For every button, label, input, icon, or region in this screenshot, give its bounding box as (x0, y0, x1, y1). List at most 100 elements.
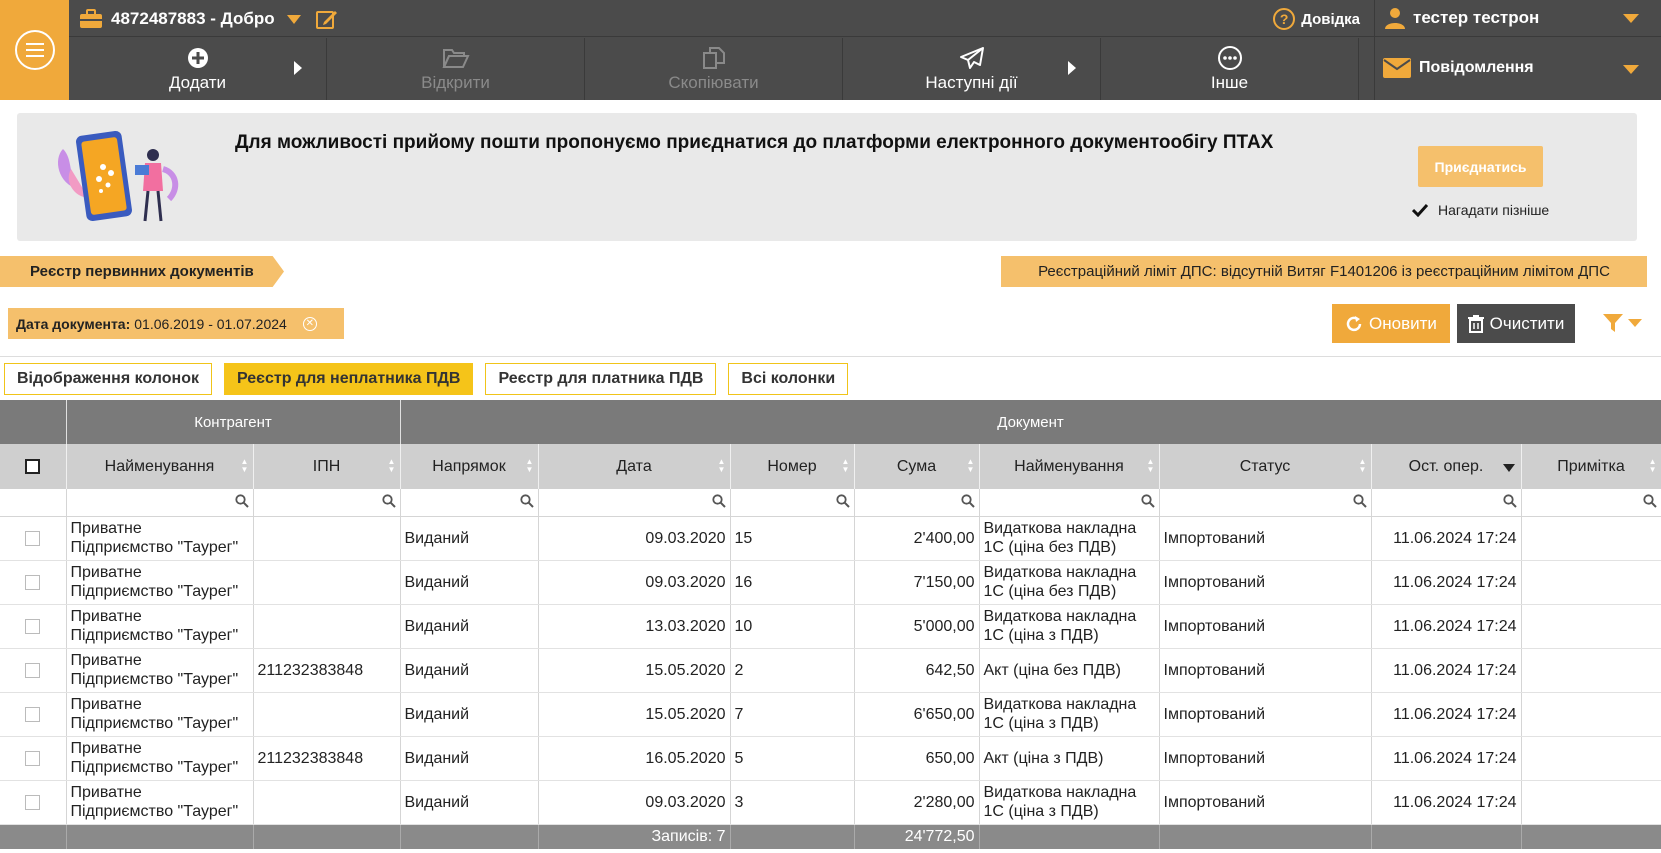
table-row[interactable]: Приватне Підприємство "Таурег" 2112323838… (0, 736, 1661, 781)
cell-direction: Виданий (400, 604, 539, 649)
column-filter-input[interactable] (1521, 489, 1661, 517)
col-ipn[interactable]: ІПН ▲ ▼ (253, 444, 401, 489)
column-filter-input[interactable] (854, 489, 980, 517)
column-filter-input[interactable] (66, 489, 254, 517)
search-row (0, 489, 1661, 517)
refresh-button[interactable]: Оновити (1332, 304, 1450, 343)
next-actions-button[interactable]: Наступні дії (843, 38, 1101, 100)
col-number[interactable]: Номер ▲ ▼ (730, 444, 855, 489)
col-note[interactable]: Примітка ▲ ▼ (1521, 444, 1661, 489)
cell-direction: Виданий (400, 692, 539, 737)
col-direction[interactable]: Напрямок ▲ ▼ (400, 444, 539, 489)
close-icon[interactable]: ✕ (302, 316, 317, 331)
copy-button[interactable]: Скопіювати (585, 38, 843, 100)
cell-counterparty-name: Приватне Підприємство "Таурег" (66, 736, 254, 781)
search-icon (381, 494, 396, 508)
cell-direction: Виданий (400, 736, 539, 781)
table-footer: Записів: 7 24'772,50 (0, 824, 1661, 849)
column-filter-input[interactable] (1159, 489, 1372, 517)
caret-right-icon[interactable] (1068, 61, 1076, 75)
row-checkbox[interactable] (0, 692, 67, 737)
company-selector[interactable]: 4872487883 - Добро (79, 8, 339, 30)
date-filter-chip[interactable]: Дата документа: 01.06.2019 - 01.07.2024 … (8, 308, 344, 339)
menu-logo-button[interactable] (0, 0, 69, 100)
copy-label: Скопіювати (668, 73, 759, 92)
cell-sum: 642,50 (854, 648, 980, 693)
remind-label: Нагадати пізніше (1438, 202, 1550, 218)
cell-direction: Виданий (400, 780, 539, 825)
cell-last-operation: 11.06.2024 17:24 (1371, 560, 1522, 605)
add-button[interactable]: Додати (69, 38, 327, 100)
row-checkbox[interactable] (0, 604, 67, 649)
column-filter-input[interactable] (730, 489, 855, 517)
join-button[interactable]: Приєднатись (1418, 146, 1543, 187)
row-checkbox[interactable] (0, 780, 67, 825)
all-columns-button[interactable]: Всі колонки (728, 363, 849, 395)
cell-counterparty-name: Приватне Підприємство "Таурег" (66, 648, 254, 693)
table-row[interactable]: Приватне Підприємство "Таурег" Виданий 13.… (0, 604, 1661, 649)
help-link[interactable]: ? Довідка (1273, 8, 1360, 30)
select-all-checkbox[interactable] (0, 444, 67, 489)
column-display-button[interactable]: Відображення колонок (4, 363, 212, 395)
cell-status: Імпортований (1159, 516, 1372, 561)
search-icon (519, 494, 534, 508)
non-vat-payer-view-button[interactable]: Реєстр для неплатника ПДВ (223, 363, 474, 395)
col-last-operation[interactable]: Ост. опер. (1371, 444, 1522, 489)
col-document-name[interactable]: Найменування ▲ ▼ (979, 444, 1160, 489)
col-status[interactable]: Статус ▲ ▼ (1159, 444, 1372, 489)
row-checkbox[interactable] (0, 648, 67, 693)
sort-icon: ▲ ▼ (841, 457, 850, 474)
cell-last-operation: 11.06.2024 17:24 (1371, 780, 1522, 825)
clear-button[interactable]: Очистити (1457, 304, 1575, 343)
chevron-down-icon[interactable] (1623, 65, 1639, 74)
limit-notice: Реєстраційний ліміт ДПС: відсутній Витяг… (1001, 256, 1647, 287)
col-sum[interactable]: Сума ▲ ▼ (854, 444, 980, 489)
search-icon (1502, 494, 1517, 508)
table-row[interactable]: Приватне Підприємство "Таурег" Виданий 09.… (0, 780, 1661, 825)
column-filter-input[interactable] (538, 489, 731, 517)
check-icon (1412, 203, 1428, 217)
cell-number: 16 (730, 560, 855, 605)
col-counterparty-name[interactable]: Найменування ▲ ▼ (66, 444, 254, 489)
table-row[interactable]: Приватне Підприємство "Таурег" Виданий 09.… (0, 560, 1661, 605)
cell-document-name: Видаткова накладна 1С (ціна без ПДВ) (979, 516, 1160, 561)
row-checkbox[interactable] (0, 516, 67, 561)
chevron-down-icon[interactable] (1623, 14, 1639, 23)
cell-date: 15.05.2020 (538, 692, 731, 737)
cell-number: 3 (730, 780, 855, 825)
cell-ipn (253, 780, 401, 825)
filter-icon (1603, 314, 1623, 332)
table-row[interactable]: Приватне Підприємство "Таурег" Виданий 15.… (0, 692, 1661, 737)
filter-menu[interactable] (1602, 313, 1642, 333)
search-icon (711, 494, 726, 508)
table-body: Приватне Підприємство "Таурег" Виданий 09.… (0, 516, 1661, 825)
row-checkbox[interactable] (0, 560, 67, 605)
banner-text: Для можливості прийому пошти пропонуємо … (235, 132, 1274, 153)
cell-last-operation: 11.06.2024 17:24 (1371, 604, 1522, 649)
other-label: Інше (1210, 73, 1249, 92)
column-filter-input[interactable] (1371, 489, 1522, 517)
column-filter-input[interactable] (400, 489, 539, 517)
group-header-document: Документ (400, 400, 1661, 444)
cell-date: 09.03.2020 (538, 560, 731, 605)
col-date[interactable]: Дата ▲ ▼ (538, 444, 731, 489)
column-filter-input[interactable] (979, 489, 1160, 517)
date-filter-label: Дата документа: (16, 315, 131, 332)
paper-plane-icon (959, 47, 984, 69)
group-header-counterparty: Контрагент (66, 400, 401, 444)
chevron-down-icon[interactable] (286, 14, 301, 24)
user-menu[interactable]: тестер тестрон (1375, 0, 1661, 37)
row-checkbox[interactable] (0, 736, 67, 781)
column-filter-input[interactable] (253, 489, 401, 517)
open-button[interactable]: Відкрити (327, 38, 585, 100)
edit-icon[interactable] (315, 8, 339, 30)
caret-right-icon[interactable] (294, 61, 302, 75)
other-button[interactable]: Інше (1101, 38, 1359, 100)
cell-last-operation: 11.06.2024 17:24 (1371, 648, 1522, 693)
search-icon (960, 494, 975, 508)
table-row[interactable]: Приватне Підприємство "Таурег" Виданий 09.… (0, 516, 1661, 561)
table-row[interactable]: Приватне Підприємство "Таурег" 2112323838… (0, 648, 1661, 693)
remind-later[interactable]: Нагадати пізніше (1412, 202, 1549, 218)
vat-payer-view-button[interactable]: Реєстр для платника ПДВ (485, 363, 717, 395)
messages-menu[interactable]: Повідомлення (1375, 37, 1661, 99)
